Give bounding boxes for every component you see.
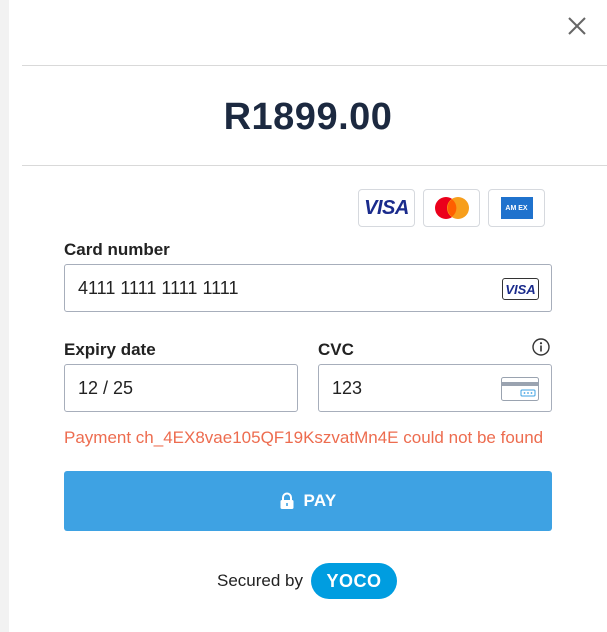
secured-by-footer: Secured by YOCO [217,563,397,599]
mastercard-logo-icon [434,197,469,219]
card-number-field[interactable]: VISA [64,264,552,312]
cvc-input[interactable] [332,378,482,399]
pay-button-label: PAY [303,491,337,510]
lock-icon [280,492,294,509]
card-number-input[interactable] [78,278,298,299]
amex-brand: AM EX [488,189,545,227]
payment-modal: R1899.00 VISA AM EX Card number VISA Exp… [9,0,607,632]
visa-logo-icon: VISA [364,196,409,219]
accepted-card-brands: VISA AM EX [358,189,545,227]
close-icon[interactable] [565,14,589,38]
detected-card-brand: VISA [502,278,539,300]
mastercard-brand [423,189,480,227]
payment-error-message: Payment ch_4EX8vae105QF19KszvatMn4E coul… [64,428,544,447]
visa-brand: VISA [358,189,415,227]
yoco-logo-text: YOCO [326,570,382,591]
cvc-label: CVC [318,340,354,359]
pay-button[interactable]: PAY [64,471,552,531]
payment-amount: R1899.00 [223,96,393,138]
expiry-date-field[interactable] [64,364,298,412]
expiry-date-input[interactable] [78,378,298,399]
card-number-label: Card number [64,240,170,259]
info-icon[interactable] [532,338,550,356]
secured-by-text: Secured by [217,571,303,590]
cvc-card-icon [501,377,539,401]
cvc-field[interactable] [318,364,552,412]
yoco-logo-icon: YOCO [311,563,397,599]
amex-logo-icon: AM EX [500,197,533,219]
visa-badge-icon: VISA [505,281,536,297]
header-divider [22,65,607,66]
amount-divider [22,165,607,166]
expiry-date-label: Expiry date [64,340,156,359]
close-button[interactable] [565,14,589,38]
